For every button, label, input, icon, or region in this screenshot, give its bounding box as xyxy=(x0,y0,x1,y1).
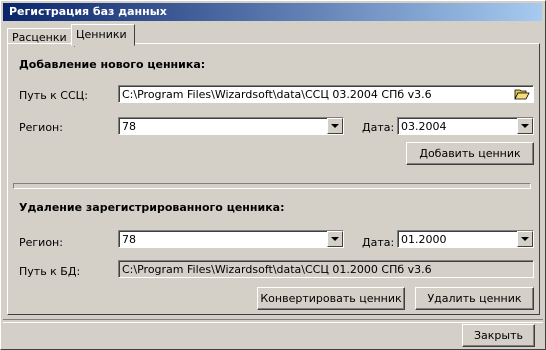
date-label: Дата: xyxy=(362,236,395,249)
region-label: Регион: xyxy=(19,121,63,134)
chevron-down-icon[interactable] xyxy=(327,231,343,247)
convert-price-list-button[interactable]: Конвертировать ценник xyxy=(257,287,405,310)
region-label: Регион: xyxy=(19,236,63,249)
date-value: 01.2000 xyxy=(401,233,447,246)
section-divider xyxy=(13,183,531,189)
remove-section-heading: Удаление зарегистрированного ценника: xyxy=(19,201,285,214)
chevron-down-icon[interactable] xyxy=(517,118,533,134)
db-path-label: Путь к БД: xyxy=(19,265,81,278)
date-label: Дата: xyxy=(362,121,395,134)
chevron-down-icon[interactable] xyxy=(517,231,533,247)
date-select[interactable]: 01.2000 xyxy=(397,230,534,248)
date-value: 03.2004 xyxy=(401,120,447,133)
close-button[interactable]: Закрыть xyxy=(462,324,535,347)
date-select[interactable]: 03.2004 xyxy=(397,117,534,135)
db-path-value: C:\Program Files\Wizardsoft\data\ССЦ 01.… xyxy=(122,263,432,276)
region-select[interactable]: 78 xyxy=(118,117,344,135)
add-price-list-button[interactable]: Добавить ценник xyxy=(406,142,534,165)
open-folder-icon[interactable] xyxy=(514,88,530,100)
add-section-heading: Добавление нового ценника: xyxy=(19,58,206,71)
region-select[interactable]: 78 xyxy=(118,230,344,248)
window-title: Регистрация баз данных xyxy=(9,5,167,18)
region-value: 78 xyxy=(122,120,136,133)
title-bar[interactable]: Регистрация баз данных xyxy=(3,3,542,21)
path-value: C:\Program Files\Wizardsoft\data\ССЦ 03.… xyxy=(122,88,432,101)
path-label: Путь к ССЦ: xyxy=(19,89,88,102)
path-input[interactable]: C:\Program Files\Wizardsoft\data\ССЦ 03.… xyxy=(118,85,534,103)
dialog-window: Регистрация баз данных Расценки Ценники … xyxy=(0,0,546,350)
db-path-field: C:\Program Files\Wizardsoft\data\ССЦ 01.… xyxy=(118,260,534,278)
tab-price-lists[interactable]: Ценники xyxy=(71,24,135,46)
region-value: 78 xyxy=(122,233,136,246)
chevron-down-icon[interactable] xyxy=(327,118,343,134)
delete-price-list-button[interactable]: Удалить ценник xyxy=(415,287,534,310)
footer-divider xyxy=(3,319,543,323)
